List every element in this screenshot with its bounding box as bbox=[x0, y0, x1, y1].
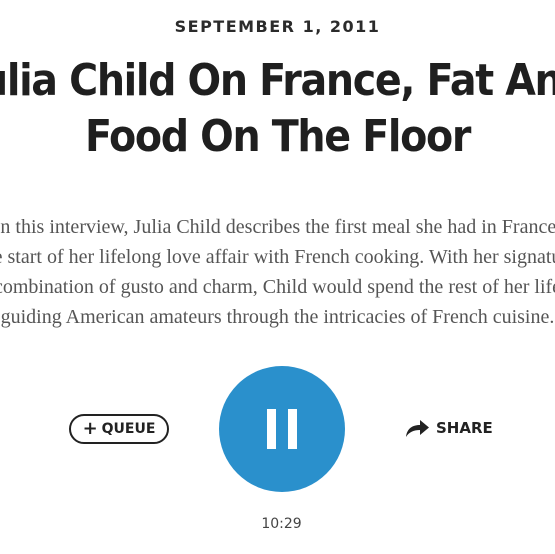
audio-duration: 10:29 bbox=[261, 516, 302, 532]
pause-button[interactable] bbox=[219, 366, 345, 492]
share-arrow-icon bbox=[406, 420, 429, 437]
story-page: SEPTEMBER 1, 2011 Julia Child On France,… bbox=[0, 0, 555, 554]
description-line: guiding American amateurs through the in… bbox=[0, 306, 555, 328]
queue-label: QUEUE bbox=[101, 421, 156, 437]
pause-bar-left bbox=[267, 409, 276, 449]
queue-button[interactable]: + QUEUE bbox=[69, 414, 169, 444]
description-line: the start of her lifelong love affair wi… bbox=[0, 246, 555, 268]
story-description: In this interview, Julia Child describes… bbox=[0, 212, 555, 332]
share-label: SHARE bbox=[436, 419, 493, 437]
story-title: Julia Child On France, Fat And Food On T… bbox=[0, 53, 555, 165]
story-title-line: Julia Child On France, Fat And bbox=[0, 55, 555, 106]
plus-icon: + bbox=[82, 418, 98, 439]
description-line: In this interview, Julia Child describes… bbox=[0, 216, 555, 238]
pause-bar-right bbox=[288, 409, 297, 449]
story-title-line: Food On The Floor bbox=[84, 111, 471, 162]
share-button[interactable]: SHARE bbox=[404, 416, 493, 440]
story-date: SEPTEMBER 1, 2011 bbox=[174, 17, 381, 36]
description-line: combination of gusto and charm, Child wo… bbox=[0, 276, 555, 298]
